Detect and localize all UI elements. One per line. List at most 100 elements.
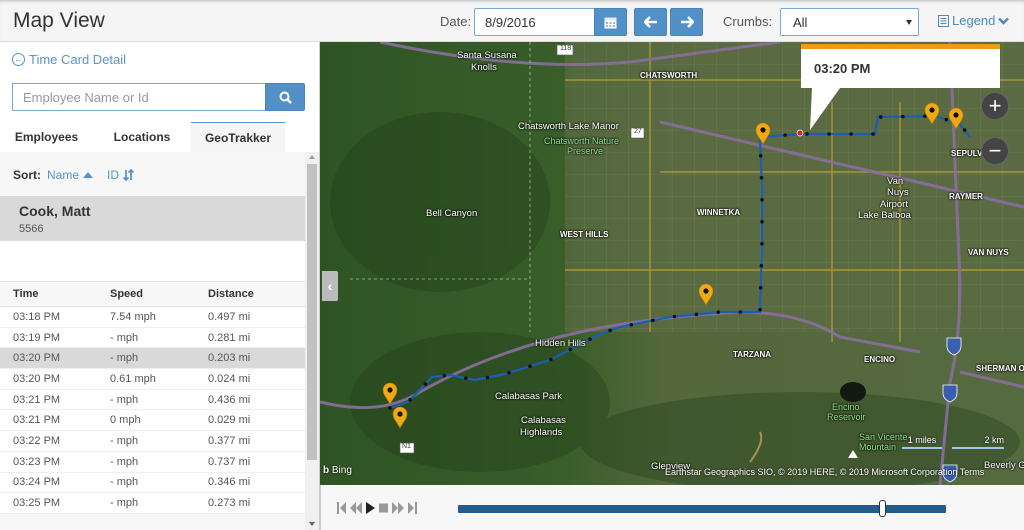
crumb-dot[interactable] (388, 406, 392, 410)
label-bell-canyon: Bell Canyon (426, 208, 478, 219)
crumb-dot[interactable] (849, 132, 853, 136)
crumb-dot[interactable] (759, 263, 764, 268)
crumb-dot[interactable] (759, 175, 764, 180)
scroll-up-arrow-icon[interactable] (309, 155, 315, 159)
time-card-detail-link[interactable]: ← Time Card Detail (12, 52, 126, 67)
table-row[interactable]: 03:25 PM - mph 0.273 mi (0, 493, 305, 514)
geotrakker-panel: Sort: Name ID Cook, Matt 5566 Time Speed… (0, 152, 305, 530)
crumb-dot[interactable] (408, 398, 412, 402)
table-row[interactable]: 03:19 PM - mph 0.281 mi (0, 327, 305, 349)
crumb-dot[interactable] (805, 132, 809, 136)
playback-bar (320, 485, 1024, 530)
crumb-dot[interactable] (760, 241, 764, 246)
employee-search-input[interactable]: Employee Name or Id (12, 83, 266, 111)
scroll-down-arrow-icon[interactable] (309, 522, 315, 526)
date-input[interactable]: 8/9/2016 (474, 8, 595, 36)
map-imagery (320, 42, 1024, 485)
calendar-button[interactable] (594, 8, 627, 36)
table-row[interactable]: 03:24 PM - mph 0.346 mi (0, 472, 305, 494)
crumb-dot[interactable] (549, 357, 553, 362)
label-chatsworth-nature: Chatsworth Nature (544, 136, 620, 146)
crumb-dot[interactable] (423, 382, 428, 386)
label-west-hills: WEST HILLS (560, 230, 609, 239)
crumb-dot[interactable] (923, 114, 927, 118)
tab-geotrakker[interactable]: GeoTrakker (191, 122, 285, 152)
tab-locations[interactable]: Locations (96, 122, 188, 152)
crumbs-select[interactable]: All (780, 8, 919, 36)
play-button[interactable] (366, 502, 375, 514)
cell-time: 03:20 PM (13, 352, 61, 365)
crumb-dot[interactable] (738, 310, 743, 314)
skip-to-end-button[interactable] (408, 502, 417, 514)
rewind-button[interactable] (350, 502, 362, 514)
chevron-down-icon (906, 20, 912, 25)
crumb-dot[interactable] (464, 376, 468, 380)
table-row[interactable]: 03:22 PM - mph 0.377 mi (0, 431, 305, 452)
cell-distance: 0.497 mi (208, 310, 251, 323)
crumb-dot[interactable] (528, 364, 532, 369)
sort-ascending-icon (83, 172, 94, 178)
selected-crumb-point[interactable] (796, 129, 804, 137)
table-row[interactable]: 03:20 PM 0.61 mph 0.024 mi (0, 369, 305, 390)
crumb-dot[interactable] (507, 370, 511, 375)
zoom-in-button[interactable]: + (981, 92, 1009, 120)
crumb-dot[interactable] (783, 133, 787, 137)
timeline-handle[interactable] (879, 500, 887, 517)
next-day-button[interactable] (670, 8, 703, 36)
table-row[interactable]: 03:21 PM 0 mph 0.029 mi (0, 410, 305, 432)
previous-day-button[interactable] (634, 8, 667, 36)
crumb-dot[interactable] (651, 318, 655, 323)
legend-toggle[interactable]: Legend (938, 13, 1010, 28)
table-row[interactable]: 03:18 PM 7.54 mph 0.497 mi (0, 307, 305, 328)
tab-employees[interactable]: Employees (0, 122, 93, 152)
scrollbar-thumb[interactable] (307, 164, 317, 460)
table-row[interactable]: 03:20 PM - mph 0.203 mi (0, 348, 305, 370)
crumb-dot[interactable] (694, 312, 699, 317)
map-copyright[interactable]: Earthstar Geographics SIO, © 2019 HERE, … (665, 467, 984, 477)
label-highlands: Highlands (520, 427, 563, 438)
crumb-dot[interactable] (672, 314, 677, 319)
cell-time: 03:21 PM (13, 393, 61, 406)
search-button[interactable] (265, 83, 305, 111)
crumb-dot[interactable] (901, 114, 905, 119)
crumb-dot[interactable] (962, 128, 967, 132)
fast-forward-button[interactable] (392, 502, 404, 514)
sort-id-label: ID (107, 168, 120, 182)
crumb-dot[interactable] (442, 373, 447, 378)
cell-time: 03:23 PM (13, 455, 61, 468)
cell-speed: 0 mph (110, 414, 141, 427)
crumb-dot[interactable] (827, 132, 831, 136)
employee-list-item[interactable]: Cook, Matt 5566 (0, 196, 305, 241)
crumb-dot[interactable] (758, 285, 763, 290)
crumb-dot[interactable] (879, 115, 883, 119)
skip-to-start-button[interactable] (337, 502, 346, 514)
label-chatsworth-lake-manor: Chatsworth Lake Manor (518, 121, 619, 132)
crumb-dot[interactable] (760, 197, 764, 202)
crumb-dot[interactable] (485, 375, 490, 380)
crumb-dot[interactable] (608, 328, 612, 333)
zoom-out-button[interactable]: − (981, 137, 1009, 165)
crumb-dot[interactable] (588, 337, 592, 342)
table-row[interactable]: 03:23 PM - mph 0.737 mi (0, 451, 305, 473)
crumb-dot[interactable] (944, 117, 949, 122)
collapse-sidebar-button[interactable]: ‹ (322, 271, 338, 301)
crumb-dot[interactable] (716, 310, 721, 314)
crumb-dot[interactable] (758, 153, 763, 158)
cell-speed: - mph (110, 497, 139, 510)
label-chatsworth: CHATSWORTH (640, 71, 698, 80)
crumb-dot[interactable] (758, 307, 762, 312)
crumb-dot[interactable] (629, 322, 634, 327)
playback-timeline[interactable] (458, 500, 946, 517)
crumb-dot[interactable] (871, 132, 875, 136)
cell-speed: - mph (110, 455, 139, 468)
crumb-dot[interactable] (760, 219, 764, 224)
sort-by-id[interactable]: ID (107, 168, 135, 182)
top-bar: Map View Date: 8/9/2016 Crumbs: All Lege… (0, 0, 1024, 42)
rewind-icon (350, 502, 362, 514)
sort-by-name[interactable]: Name (47, 168, 94, 182)
table-row[interactable]: 03:21 PM - mph 0.436 mi (0, 389, 305, 411)
sidebar-scrollbar[interactable] (305, 152, 319, 530)
map-canvas[interactable]: 118 27 N1 Santa Susana Knolls CHATSWORTH… (320, 42, 1024, 485)
stop-button[interactable] (379, 502, 388, 514)
column-header-time: Time (13, 288, 39, 300)
